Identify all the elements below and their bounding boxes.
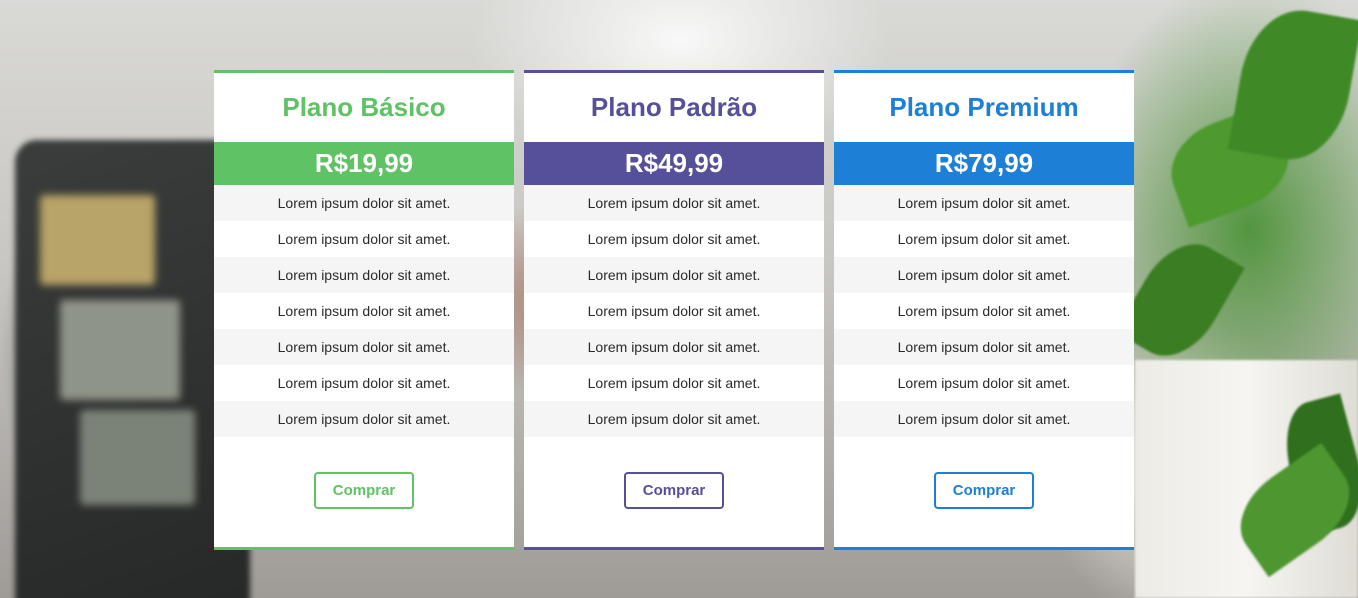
feature-item: Lorem ipsum dolor sit amet. xyxy=(524,221,824,257)
feature-list: Lorem ipsum dolor sit amet. Lorem ipsum … xyxy=(214,185,514,437)
feature-item: Lorem ipsum dolor sit amet. xyxy=(524,329,824,365)
buy-button[interactable]: Comprar xyxy=(934,471,1034,509)
feature-list: Lorem ipsum dolor sit amet. Lorem ipsum … xyxy=(834,185,1134,437)
feature-item: Lorem ipsum dolor sit amet. xyxy=(834,257,1134,293)
feature-item: Lorem ipsum dolor sit amet. xyxy=(524,365,824,401)
plan-price: R$19,99 xyxy=(214,142,514,185)
plan-title: Plano Básico xyxy=(282,92,446,122)
feature-item: Lorem ipsum dolor sit amet. xyxy=(214,185,514,221)
feature-item: Lorem ipsum dolor sit amet. xyxy=(834,221,1134,257)
buy-button[interactable]: Comprar xyxy=(314,471,414,509)
plan-title: Plano Premium xyxy=(889,92,1079,122)
feature-item: Lorem ipsum dolor sit amet. xyxy=(834,293,1134,329)
feature-item: Lorem ipsum dolor sit amet. xyxy=(214,365,514,401)
feature-item: Lorem ipsum dolor sit amet. xyxy=(524,185,824,221)
feature-item: Lorem ipsum dolor sit amet. xyxy=(834,365,1134,401)
plan-price: R$49,99 xyxy=(524,142,824,185)
feature-item: Lorem ipsum dolor sit amet. xyxy=(214,293,514,329)
feature-item: Lorem ipsum dolor sit amet. xyxy=(834,401,1134,437)
feature-item: Lorem ipsum dolor sit amet. xyxy=(214,401,514,437)
feature-item: Lorem ipsum dolor sit amet. xyxy=(834,329,1134,365)
feature-item: Lorem ipsum dolor sit amet. xyxy=(834,185,1134,221)
feature-list: Lorem ipsum dolor sit amet. Lorem ipsum … xyxy=(524,185,824,437)
buy-button[interactable]: Comprar xyxy=(624,471,724,509)
feature-item: Lorem ipsum dolor sit amet. xyxy=(214,329,514,365)
pricing-cards: Plano Básico R$19,99 Lorem ipsum dolor s… xyxy=(214,70,1134,550)
plan-title: Plano Padrão xyxy=(590,92,758,122)
feature-item: Lorem ipsum dolor sit amet. xyxy=(524,293,824,329)
plan-card-basico: Plano Básico R$19,99 Lorem ipsum dolor s… xyxy=(214,70,514,550)
feature-item: Lorem ipsum dolor sit amet. xyxy=(524,401,824,437)
plan-card-premium: Plano Premium R$79,99 Lorem ipsum dolor … xyxy=(834,70,1134,550)
feature-item: Lorem ipsum dolor sit amet. xyxy=(524,257,824,293)
plan-price: R$79,99 xyxy=(834,142,1134,185)
feature-item: Lorem ipsum dolor sit amet. xyxy=(214,257,514,293)
plan-card-padrao: Plano Padrão R$49,99 Lorem ipsum dolor s… xyxy=(524,70,824,550)
feature-item: Lorem ipsum dolor sit amet. xyxy=(214,221,514,257)
